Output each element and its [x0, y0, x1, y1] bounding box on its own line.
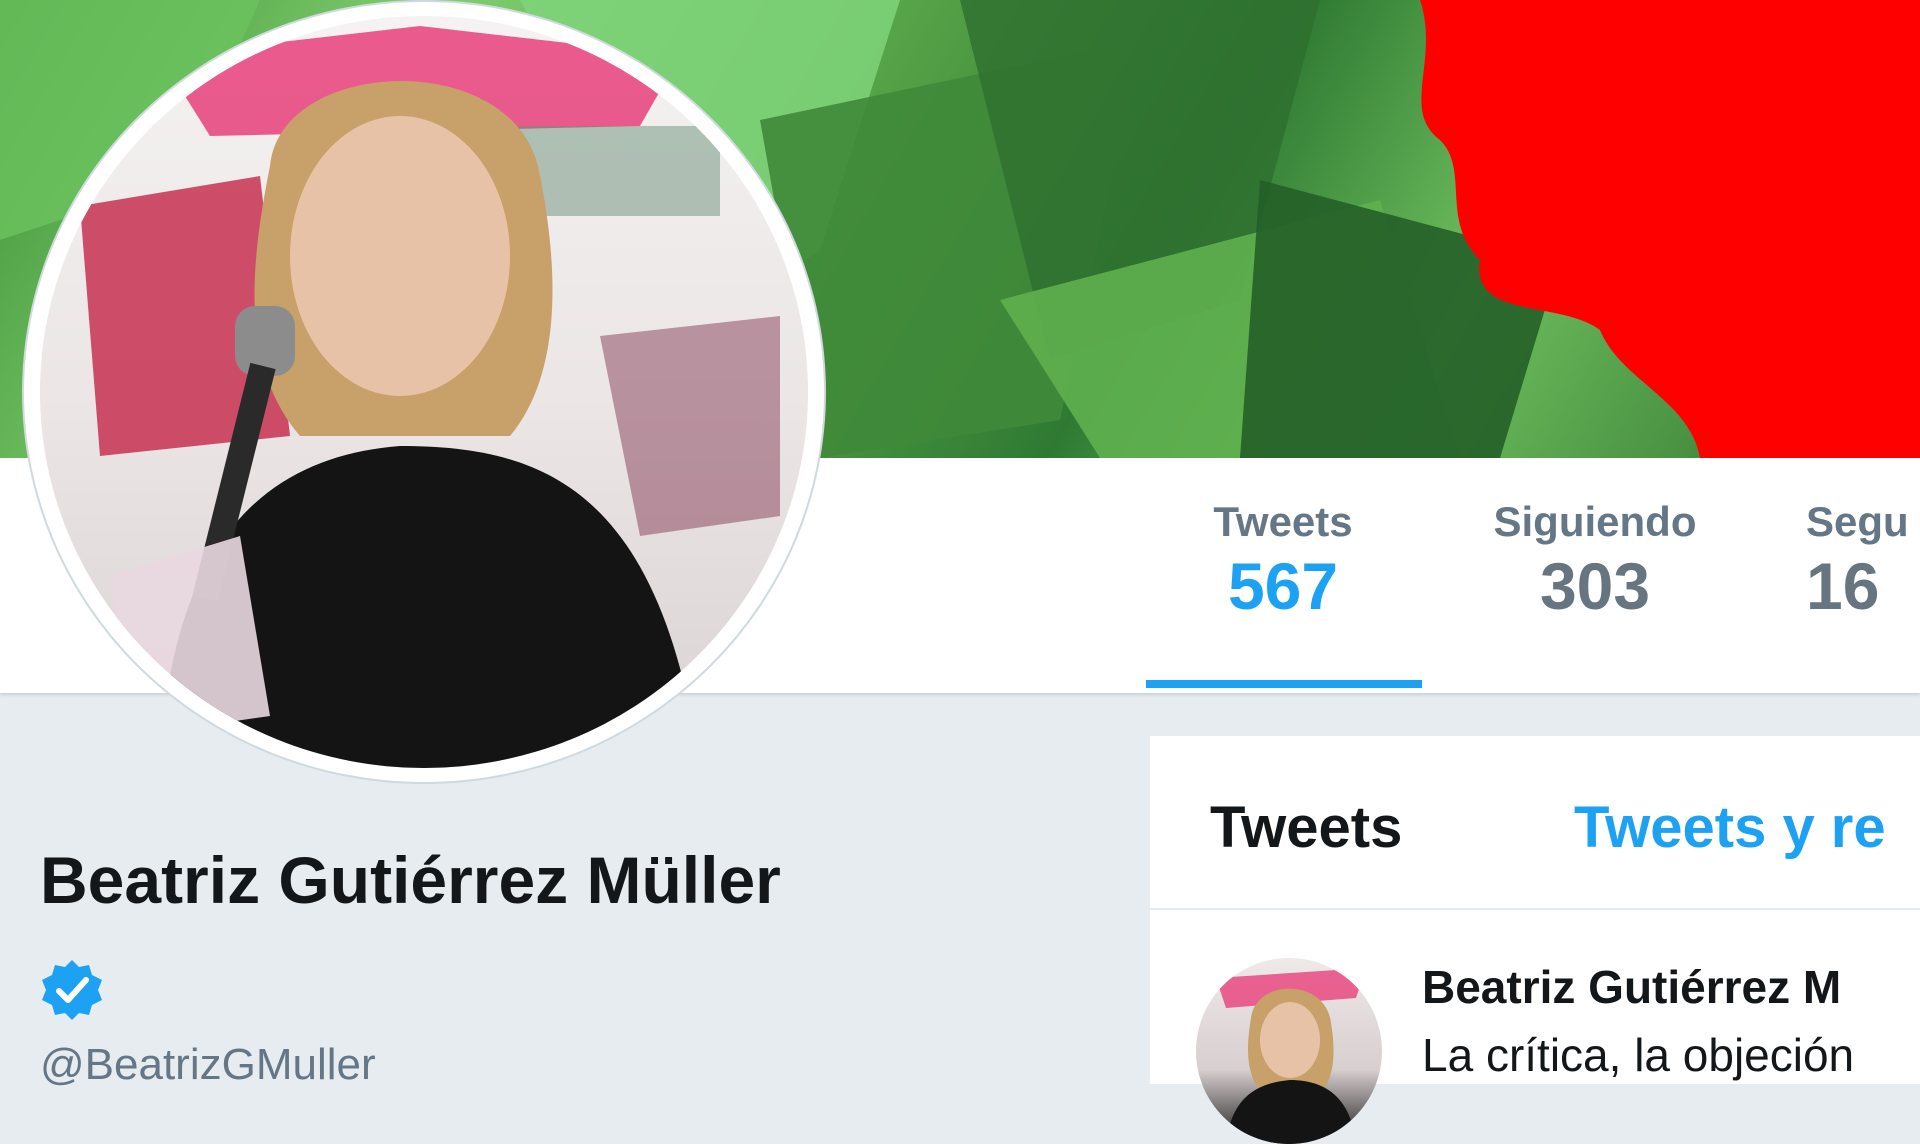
tab-tweets[interactable]: Tweets: [1210, 794, 1402, 861]
tweet-text: La crítica, la objeción: [1422, 1029, 1855, 1081]
active-tab-underline: [1146, 680, 1422, 688]
profile-handle: @BeatrizGMuller: [40, 1040, 376, 1089]
stat-followers-count: 16: [1806, 549, 1880, 623]
timeline-panel: Tweets Tweets y re Beatriz Gutiérrez M L…: [1150, 736, 1920, 1144]
tab-tweets-and-replies[interactable]: Tweets y re: [1574, 794, 1886, 861]
stat-following[interactable]: Siguiendo 303: [1470, 498, 1720, 624]
profile-name: Beatriz Gutiérrez Müller: [40, 843, 781, 917]
avatar-photo-image: [80, 26, 780, 768]
avatar-photo: [40, 16, 808, 768]
stat-tweets[interactable]: Tweets 567: [1146, 498, 1420, 624]
verified-badge-icon: [42, 960, 102, 1020]
stat-following-count: 303: [1539, 549, 1651, 623]
tweet-author-name[interactable]: Beatriz Gutiérrez M: [1422, 960, 1841, 1014]
timeline-divider: [1150, 908, 1920, 910]
stat-followers[interactable]: Segu 16: [1806, 498, 1920, 624]
stat-followers-label: Segu: [1806, 498, 1909, 545]
stat-tweets-count: 567: [1227, 549, 1339, 623]
tweet-avatar-image: [1216, 968, 1366, 1144]
tweet-author-avatar[interactable]: [1196, 958, 1382, 1144]
profile-avatar[interactable]: [24, 2, 824, 782]
stat-following-label: Siguiendo: [1493, 498, 1697, 545]
stat-tweets-label: Tweets: [1213, 498, 1353, 545]
